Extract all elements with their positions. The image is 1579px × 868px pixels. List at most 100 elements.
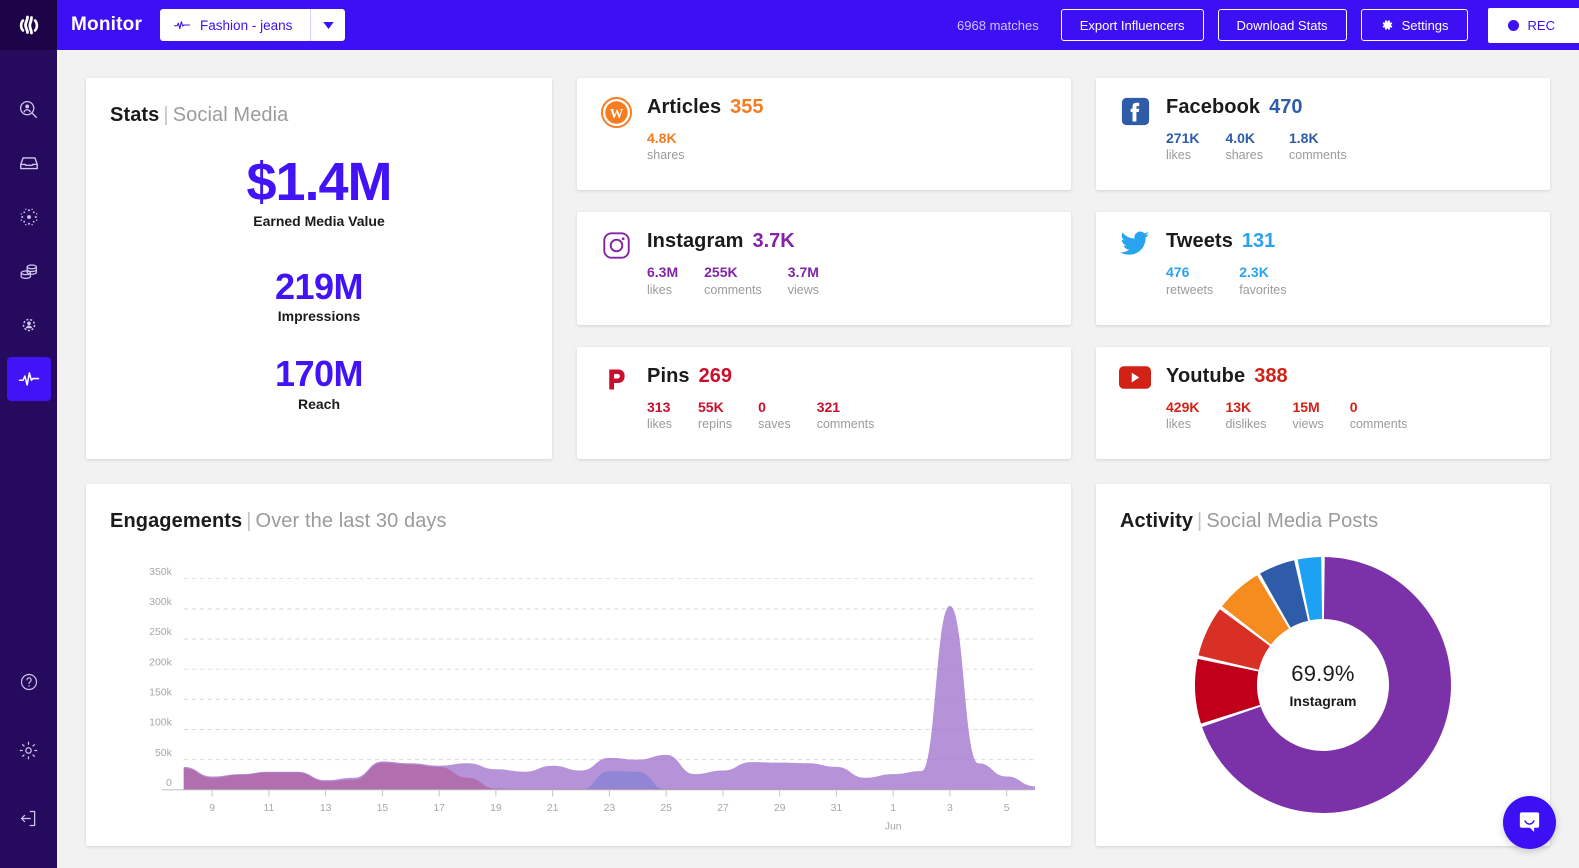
- network-dots-icon: [20, 208, 37, 226]
- y-axis-tick-label: 0: [166, 778, 172, 789]
- chat-bubble-icon: [1519, 812, 1540, 832]
- metric: 4.0K shares: [1225, 129, 1263, 165]
- rec-button-label: REC: [1527, 17, 1555, 33]
- y-axis-tick-label: 100k: [149, 718, 173, 729]
- engagements-title-main: Engagements: [110, 510, 243, 532]
- stat-value: 170M: [274, 353, 364, 395]
- instagram-icon: [599, 230, 633, 324]
- metric: 313 likes: [647, 398, 672, 434]
- gear-icon: [19, 741, 38, 759]
- x-axis-tick-label: 11: [263, 803, 274, 814]
- sidebar-nav: [0, 82, 57, 406]
- x-axis-tick-label: 3: [947, 803, 953, 814]
- sidebar-item-discovery[interactable]: [7, 87, 51, 131]
- metric: 476 retweets: [1166, 263, 1213, 299]
- platform-metrics: 429K likes 13K dislikes 15M views 0 comm…: [1166, 398, 1528, 434]
- metric-value: 3.7M: [787, 264, 819, 281]
- stat-earned-media-value: $1.4M Earned Media Value: [246, 152, 392, 229]
- sidebar-item-budget[interactable]: [7, 249, 51, 293]
- sidebar-item-help[interactable]: [7, 660, 51, 704]
- y-axis-tick-label: 150k: [149, 688, 173, 699]
- x-axis-tick-label: 31: [831, 803, 843, 814]
- metric-value: 429K: [1166, 398, 1200, 415]
- platform-column-right: Facebook 470 271K likes 4.0K shares 1.8K…: [1096, 78, 1550, 459]
- stat-impressions: 219M Impressions: [275, 267, 364, 325]
- activity-donut-chart: [1195, 556, 1451, 813]
- activity-chart: 69.9% Instagram: [1120, 533, 1526, 836]
- platform-name: Pins: [647, 364, 690, 387]
- platform-card-facebook: Facebook 470 271K likes 4.0K shares 1.8K…: [1096, 78, 1550, 191]
- platform-content: Youtube 388 429K likes 13K dislikes 15M …: [1166, 365, 1528, 459]
- sidebar-item-monitor[interactable]: [6, 357, 51, 401]
- sidebar-item-network[interactable]: [7, 195, 51, 239]
- app-root: Monitor Fashion - jeans 6968 matches Exp…: [0, 0, 1579, 868]
- left-sidebar: [0, 0, 57, 868]
- metric: 1.8K comments: [1289, 129, 1347, 165]
- youtube-icon: [1118, 365, 1152, 459]
- metric: 4.8K shares: [647, 129, 685, 165]
- campaign-selector-main[interactable]: Fashion - jeans: [160, 9, 310, 41]
- person-search-icon: [19, 100, 38, 118]
- metric: 429K likes: [1166, 398, 1199, 434]
- platform-content: Tweets 131 476 retweets 2.3K favorites: [1166, 230, 1528, 324]
- y-axis-tick-label: 50k: [155, 748, 173, 759]
- rec-button[interactable]: REC: [1487, 7, 1579, 43]
- x-axis-tick-label: 1: [890, 803, 896, 814]
- sidebar-item-logout[interactable]: [7, 796, 51, 840]
- metric-key: comments: [816, 416, 875, 431]
- campaign-selector-caret[interactable]: [310, 9, 345, 41]
- dashboard-content: Stats | Social Media $1.4M Earned Media Va…: [57, 50, 1579, 868]
- metric-value: 255K: [704, 264, 738, 281]
- stat-value: $1.4M: [246, 152, 392, 213]
- platform-content: Articles 355 4.8K shares: [647, 96, 1049, 190]
- metric: 15M views: [1292, 398, 1323, 434]
- metric-key: likes: [647, 282, 673, 297]
- y-axis-tick-label: 200k: [149, 657, 173, 668]
- platform-header: Facebook 470: [1166, 96, 1528, 119]
- x-axis-tick-label: 23: [604, 803, 616, 814]
- platform-card-pins: 𝐏 Pins 269 313 likes 55K repins 0 saves …: [577, 346, 1071, 459]
- top-bar: Monitor Fashion - jeans 6968 matches Exp…: [57, 0, 1579, 50]
- metric: 55K repins: [698, 398, 732, 434]
- platform-name: Facebook: [1166, 96, 1261, 118]
- platform-metrics: 4.8K shares: [647, 129, 1049, 165]
- platform-count: 470: [1269, 96, 1303, 118]
- metric-value: 0: [1349, 398, 1358, 415]
- engagements-title-sub: Over the last 30 days: [255, 510, 447, 532]
- chat-launcher-button[interactable]: [1503, 796, 1556, 849]
- svg-text:W: W: [609, 106, 623, 121]
- x-axis-tick-label: 29: [774, 803, 786, 814]
- engagements-area-chart: 050k100k150k200k250k300k350k9 11 13 15 17 19 2…: [149, 567, 1036, 832]
- metric: 0 comments: [1350, 398, 1408, 434]
- stats-title-separator: |: [163, 104, 169, 126]
- metric-key: dislikes: [1225, 416, 1267, 431]
- metric: 271K likes: [1166, 129, 1199, 165]
- stat-reach: 170M Reach: [274, 353, 364, 412]
- export-influencers-button[interactable]: Export Influencers: [1060, 9, 1204, 41]
- sidebar-item-inbox[interactable]: [7, 141, 51, 185]
- audience-group-icon: [22, 318, 35, 332]
- download-stats-button[interactable]: Download Stats: [1217, 9, 1347, 41]
- platform-header: Youtube 388: [1166, 365, 1528, 388]
- metric-value: 55K: [698, 398, 724, 415]
- platform-name: Tweets: [1166, 230, 1233, 253]
- metric-key: saves: [758, 416, 791, 431]
- platform-count: 131: [1241, 230, 1276, 253]
- metric-value: 15M: [1292, 398, 1320, 415]
- stats-card: Stats | Social Media $1.4M Earned Media Va…: [86, 78, 552, 459]
- campaign-selector-label: Fashion - jeans: [200, 17, 293, 33]
- inbox-icon: [19, 157, 38, 170]
- sidebar-item-audience[interactable]: [7, 303, 51, 347]
- help-circle-icon: [20, 673, 37, 691]
- metric-key: shares: [647, 148, 685, 163]
- platform-card-articles: W Articles 355 4.8K shares: [577, 78, 1071, 191]
- settings-button[interactable]: Settings: [1360, 9, 1468, 41]
- metric: 6.3M likes: [647, 263, 678, 299]
- pinterest-icon: 𝐏: [599, 365, 633, 459]
- metric-value: 6.3M: [647, 264, 679, 281]
- engagements-title-separator: |: [246, 510, 252, 532]
- campaign-selector[interactable]: Fashion - jeans: [160, 9, 346, 41]
- engagements-chart: 0 50k 100k 150k 200k 250k 300k 350k 9 11 13 15 17 19 2…: [110, 557, 1047, 836]
- sidebar-item-settings[interactable]: [7, 728, 51, 772]
- brand-logo[interactable]: [0, 0, 57, 50]
